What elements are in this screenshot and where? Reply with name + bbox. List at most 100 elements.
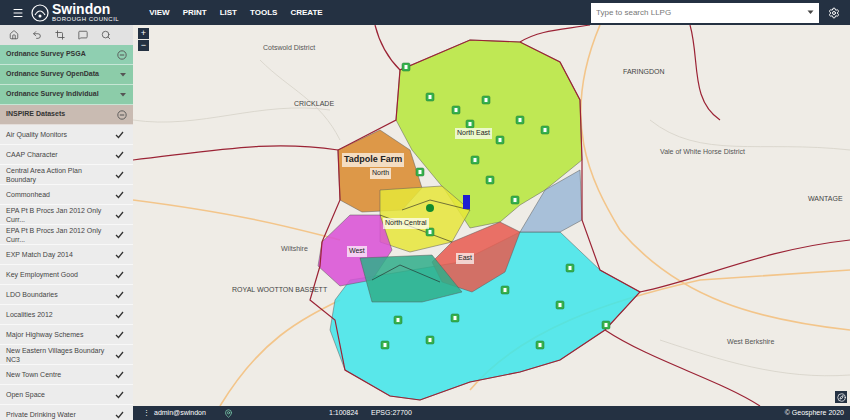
layer-item[interactable]: Localities 2012 (0, 305, 133, 325)
layer-item[interactable]: LDO Boundaries (0, 285, 133, 305)
copyright: © Geosphere 2020 (785, 408, 844, 419)
status-menu[interactable]: ⋮ (143, 408, 154, 419)
projection: EPSG:27700 (371, 408, 412, 419)
layer-section[interactable]: Ordnance Survey PSGA (0, 45, 133, 65)
collapse-icon[interactable] (117, 110, 127, 120)
gear-icon[interactable] (828, 7, 840, 19)
check-icon (115, 411, 124, 419)
check-icon (115, 151, 124, 159)
map-label: West Berkshire (727, 337, 774, 348)
map-pin-icon[interactable] (394, 316, 402, 324)
layer-section[interactable]: INSPIRE Datasets (0, 105, 133, 125)
layer-section[interactable]: Ordnance Survey OpenData (0, 65, 133, 85)
layer-item[interactable]: EXP Match Day 2014 (0, 245, 133, 265)
zoom-controls: +− (138, 28, 149, 51)
menu-item[interactable]: PRINT (183, 7, 207, 19)
layer-item[interactable]: Commonhead (0, 185, 133, 205)
layer-item[interactable]: New Eastern Villages Boundary NC3 (0, 345, 133, 365)
map-pin-icon[interactable] (452, 106, 460, 114)
map-pin-icon[interactable] (556, 301, 564, 309)
sidebar: Ordnance Survey PSGAOrdnance Survey Open… (0, 25, 133, 420)
crop-icon[interactable] (55, 30, 65, 40)
undo-icon[interactable] (32, 30, 42, 40)
zoom-button[interactable]: − (138, 40, 149, 51)
check-icon (115, 191, 124, 199)
map-canvas[interactable] (133, 25, 850, 406)
check-icon (115, 251, 124, 259)
location-icon[interactable] (224, 409, 233, 418)
layer-section[interactable]: Ordnance Survey Individual (0, 85, 133, 105)
map-pin-icon[interactable] (496, 136, 504, 144)
map-pin-icon[interactable] (482, 96, 490, 104)
locality-area[interactable] (520, 170, 582, 232)
map-pin-icon[interactable] (541, 126, 549, 134)
menu-item[interactable]: TOOLS (250, 7, 277, 19)
map-label: ROYAL WOOTTON BASSETT (232, 285, 327, 296)
map-label: WANTAGE (808, 194, 843, 205)
comment-icon[interactable] (78, 30, 88, 40)
check-icon (115, 351, 124, 359)
map-pin-icon[interactable] (516, 116, 524, 124)
map-pin-icon[interactable] (536, 341, 544, 349)
roads (133, 25, 850, 406)
compass[interactable] (835, 391, 847, 403)
zoom-button[interactable]: + (138, 28, 149, 39)
layer-item[interactable]: Private Drinking Water (0, 405, 133, 420)
map-pin-icon[interactable] (381, 341, 389, 349)
menu-item[interactable]: VIEW (149, 7, 169, 19)
map-pin-icon[interactable] (602, 321, 610, 329)
map-pin-icon[interactable] (416, 168, 424, 176)
search-input[interactable] (596, 7, 807, 19)
app: SwindonBOROUGH COUNCIL VIEW PRINT LIST TOOLS… (0, 0, 850, 420)
expand-icon[interactable] (119, 92, 127, 98)
map-pin-icon[interactable] (426, 336, 434, 344)
map-pin-icon[interactable] (501, 286, 509, 294)
map-label: Vale of White Horse District (660, 147, 745, 158)
map-pin-icon[interactable] (426, 228, 434, 236)
check-icon (115, 331, 124, 339)
expand-icon[interactable] (119, 72, 127, 78)
locality-area[interactable] (360, 255, 462, 302)
map-pin-icon[interactable] (486, 176, 494, 184)
home-icon[interactable] (9, 30, 19, 40)
map-pin-icon[interactable] (451, 314, 459, 322)
map-label: North East (455, 128, 492, 139)
map-pin-icon[interactable] (466, 120, 474, 128)
map-label: Wiltshire (281, 244, 308, 255)
compass-icon (837, 393, 846, 402)
map-label: North Central (383, 218, 429, 229)
map-label: Tadpole Farm (342, 153, 404, 167)
map-pin-icon[interactable] (402, 63, 410, 71)
logo-subtitle: BOROUGH COUNCIL (52, 16, 119, 23)
search-icon[interactable] (101, 30, 111, 40)
map-label: Cotswold District (263, 43, 315, 54)
dropdown-icon[interactable] (807, 10, 814, 15)
check-icon (115, 291, 124, 299)
layer-item[interactable]: Major Highway Schemes (0, 325, 133, 345)
map-pin-icon[interactable] (511, 196, 519, 204)
logo[interactable]: SwindonBOROUGH COUNCIL (31, 2, 119, 23)
layer-item[interactable]: Key Employment Good (0, 265, 133, 285)
map-pin-icon[interactable] (471, 156, 479, 164)
logo-emblem-icon (31, 4, 49, 22)
map-label: CRICKLADE (294, 99, 334, 110)
hamburger-icon[interactable] (12, 7, 24, 19)
layer-item[interactable]: Open Space (0, 385, 133, 405)
check-icon (115, 371, 124, 379)
menu-item[interactable]: LIST (220, 7, 237, 19)
menu-item[interactable]: CREATE (290, 7, 322, 19)
map-pin-icon[interactable] (426, 93, 434, 101)
check-icon (115, 391, 124, 399)
layer-item[interactable]: Air Quality Monitors (0, 125, 133, 145)
collapse-icon[interactable] (117, 50, 127, 60)
search-box[interactable] (591, 3, 819, 23)
layer-item[interactable]: EPA Pt B Procs Jan 2012 Only Curr... (0, 205, 133, 225)
layer-item[interactable]: Central Area Action Plan Boundary (0, 165, 133, 185)
layer-item[interactable]: New Town Centre (0, 365, 133, 385)
map-label: West (347, 246, 367, 257)
layer-item[interactable]: EPA Pt B Procs Jan 2012 Only Curr... (0, 225, 133, 245)
map[interactable]: Cotswold DistrictCRICKLADEFARINGDONVale … (133, 25, 850, 406)
map-pin-icon[interactable] (566, 264, 574, 272)
top-bar: SwindonBOROUGH COUNCIL VIEW PRINT LIST TOOLS… (0, 0, 850, 25)
layer-item[interactable]: CAAP Character (0, 145, 133, 165)
